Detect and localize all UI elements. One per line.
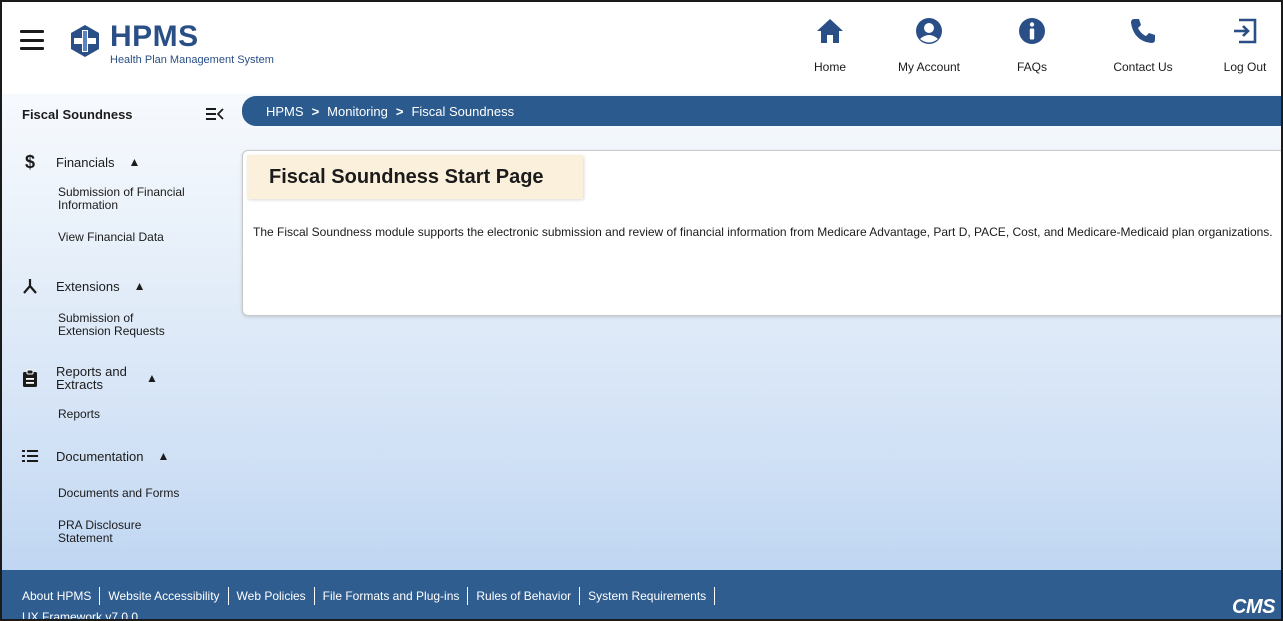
sidebar-toggle-extensions[interactable]: Extensions ▲	[2, 272, 234, 300]
breadcrumb: HPMS > Monitoring > Fiscal Soundness	[242, 96, 1281, 126]
cms-logo: CMS	[1232, 596, 1275, 618]
sidebar-section-reports: Reports and Extracts ▲ Reports	[2, 362, 234, 421]
sidebar-section-financials: $ Financials ▲ Submission of Financial I…	[2, 148, 234, 244]
sidebar-item-view-financial-data[interactable]: View Financial Data	[2, 231, 234, 244]
footer-links: About HPMS Website Accessibility Web Pol…	[22, 587, 716, 605]
collapse-sidebar-icon[interactable]	[206, 107, 224, 121]
nav-faqs-label: FAQs	[1016, 60, 1047, 74]
sidebar-section-title: Documentation	[56, 448, 144, 464]
sidebar-toggle-reports[interactable]: Reports and Extracts ▲	[2, 362, 234, 394]
sidebar-item-reports[interactable]: Reports	[2, 408, 234, 421]
info-icon	[1019, 18, 1045, 44]
footer-link-rules[interactable]: Rules of Behavior	[468, 587, 581, 605]
nav-log-out[interactable]: Log Out	[1215, 2, 1275, 94]
sidebar-section-title: Reports and Extracts	[56, 364, 127, 392]
footer-link-about[interactable]: About HPMS	[22, 587, 101, 605]
sidebar-section-title: Financials	[56, 154, 115, 170]
sidebar-item-submission-financial[interactable]: Submission of Financial Information	[2, 186, 234, 212]
hpms-logo[interactable]: HPMS Health Plan Management System	[68, 22, 274, 66]
chevron-up-icon: ▲	[146, 371, 158, 385]
sidebar-toggle-documentation[interactable]: Documentation ▲	[2, 442, 234, 470]
nav-my-account-label: My Account	[897, 60, 961, 74]
footer: About HPMS Website Accessibility Web Pol…	[2, 570, 1281, 621]
nav-contact-us[interactable]: Contact Us	[1103, 2, 1183, 94]
footer-link-accessibility[interactable]: Website Accessibility	[100, 587, 229, 605]
nav-faqs[interactable]: FAQs	[1007, 2, 1057, 94]
phone-icon	[1131, 19, 1155, 43]
logout-icon	[1234, 18, 1257, 44]
breadcrumb-fiscal-soundness: Fiscal Soundness	[411, 103, 515, 119]
sidebar-section-extensions: Extensions ▲ Submission of Extension Req…	[2, 272, 234, 338]
chevron-up-icon: ▲	[128, 155, 141, 169]
dollar-icon: $	[24, 151, 35, 172]
branch-icon	[20, 276, 40, 296]
sidebar-item-pra-disclosure[interactable]: PRA Disclosure Statement	[2, 519, 152, 545]
sidebar-section-documentation: Documentation ▲ Documents and Forms PRA …	[2, 442, 234, 545]
chevron-right-icon: >	[311, 103, 320, 119]
nav-home-label: Home	[813, 60, 846, 74]
footer-link-file-formats[interactable]: File Formats and Plug-ins	[315, 587, 469, 605]
account-icon	[916, 18, 942, 44]
app-frame: HPMS Health Plan Management System Home …	[0, 0, 1283, 621]
sidebar-section-title: Extensions	[56, 278, 120, 294]
header: HPMS Health Plan Management System Home …	[2, 2, 1281, 94]
sidebar-item-submission-extension[interactable]: Submission of Extension Requests	[2, 312, 178, 338]
chevron-right-icon: >	[395, 103, 404, 119]
sidebar-toggle-financials[interactable]: $ Financials ▲	[2, 148, 234, 176]
footer-version: UX Framework v7.0.0	[22, 610, 139, 621]
content-card: Fiscal Soundness Start Page The Fiscal S…	[242, 150, 1281, 316]
menu-icon[interactable]	[20, 30, 44, 50]
footer-link-system-requirements[interactable]: System Requirements	[580, 587, 716, 605]
clipboard-icon	[20, 368, 40, 388]
nav-contact-us-label: Contact Us	[1113, 60, 1173, 74]
home-icon	[817, 19, 843, 43]
page-description: The Fiscal Soundness module supports the…	[253, 225, 1273, 239]
top-nav: Home My Account FAQs Contact Us Log Out	[795, 2, 1281, 94]
app-subtitle: Health Plan Management System	[110, 54, 274, 66]
chevron-up-icon: ▲	[133, 279, 146, 293]
sidebar-heading: Fiscal Soundness	[22, 106, 133, 122]
nav-home[interactable]: Home	[795, 2, 865, 94]
breadcrumb-hpms[interactable]: HPMS	[266, 104, 304, 119]
sidebar-item-documents-forms[interactable]: Documents and Forms	[2, 487, 234, 500]
nav-my-account[interactable]: My Account	[889, 2, 969, 94]
hpms-mark-icon	[71, 25, 99, 57]
app-title: HPMS	[110, 20, 199, 53]
chevron-up-icon: ▲	[157, 449, 170, 463]
breadcrumb-monitoring[interactable]: Monitoring	[327, 104, 388, 119]
page-title: Fiscal Soundness Start Page	[247, 155, 583, 199]
list-icon	[20, 446, 40, 466]
nav-log-out-label: Log Out	[1223, 60, 1267, 74]
sidebar-header: Fiscal Soundness	[2, 94, 234, 134]
sidebar: Fiscal Soundness $ Financials ▲ Submissi…	[2, 94, 234, 570]
footer-link-web-policies[interactable]: Web Policies	[229, 587, 315, 605]
